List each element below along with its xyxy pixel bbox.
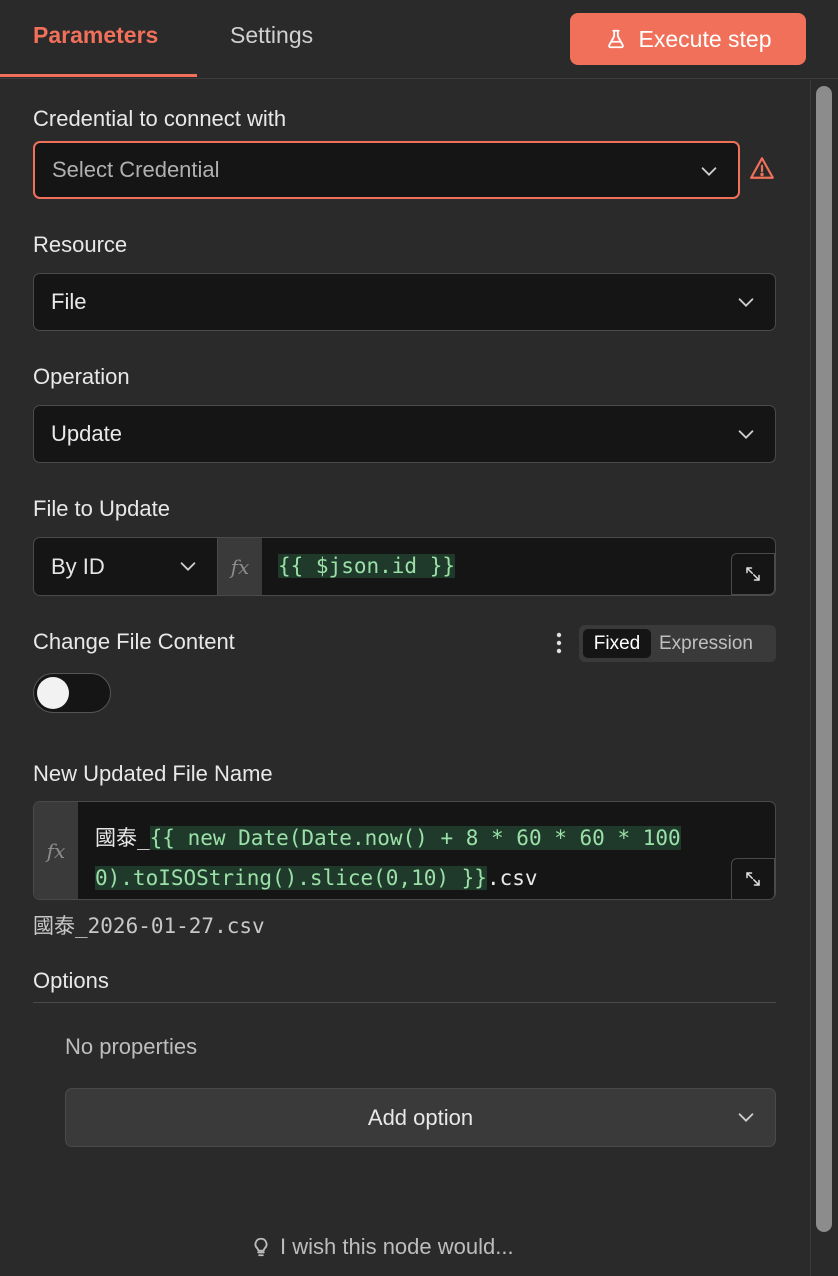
flask-icon <box>607 29 624 49</box>
file-name-preview: 國泰_2026-01-27.csv <box>33 914 265 938</box>
file-id-expression: {{ $json.id }} <box>278 554 456 578</box>
expand-icon <box>746 567 760 581</box>
expand-editor-button[interactable] <box>731 858 775 899</box>
fixed-expression-toggle: Fixed Expression <box>579 625 776 662</box>
execute-step-label: Execute step <box>638 25 772 52</box>
fixed-option[interactable]: Fixed <box>583 629 651 658</box>
file-to-update-field: By ID fx {{ $json.id }} <box>33 537 776 596</box>
chevron-down-icon <box>701 167 717 176</box>
active-tab-indicator <box>0 74 197 77</box>
expand-editor-button[interactable] <box>731 553 775 595</box>
no-properties-text: No properties <box>65 1034 198 1059</box>
feedback-link[interactable]: I wish this node would... <box>250 1234 514 1260</box>
scrollbar-thumb[interactable] <box>816 86 832 1232</box>
expression-option[interactable]: Expression <box>659 629 753 658</box>
resource-label: Resource <box>33 232 128 257</box>
credential-label: Credential to connect with <box>33 106 287 131</box>
options-heading: Options <box>33 968 109 993</box>
feedback-text: I wish this node would... <box>280 1234 514 1259</box>
change-content-label: Change File Content <box>33 629 235 654</box>
file-name-expression-line2: 0).toISOString().slice(0,10) }} <box>95 866 487 890</box>
chevron-down-icon <box>738 1113 754 1122</box>
warning-icon <box>750 157 774 179</box>
new-file-name-expression-input[interactable]: 國泰_{{ new Date(Date.now() + 8 * 60 * 60 … <box>95 818 765 898</box>
add-option-button[interactable]: Add option <box>65 1088 776 1147</box>
options-divider <box>33 1002 776 1003</box>
file-id-expression-input[interactable]: {{ $json.id }} <box>278 554 456 578</box>
switch-knob <box>37 677 69 709</box>
fx-icon: fx <box>34 802 78 899</box>
operation-label: Operation <box>33 364 130 389</box>
credential-select[interactable]: Select Credential <box>33 141 740 199</box>
operation-value: Update <box>51 421 122 446</box>
file-name-expression-line1: {{ new Date(Date.now() + 8 * 60 * 60 * 1… <box>149 826 681 850</box>
file-name-prefix: 國泰_ <box>95 826 150 850</box>
new-file-name-field: fx 國泰_{{ new Date(Date.now() + 8 * 60 * … <box>33 801 776 900</box>
resource-value: File <box>51 289 87 314</box>
file-to-update-label: File to Update <box>33 496 170 521</box>
tab-settings[interactable]: Settings <box>230 22 313 49</box>
new-file-name-label: New Updated File Name <box>33 761 273 786</box>
add-option-label: Add option <box>367 1104 474 1130</box>
chevron-down-icon <box>738 298 754 307</box>
execute-step-button[interactable]: Execute step <box>570 13 806 65</box>
resource-select[interactable]: File <box>33 273 776 331</box>
tab-bar: Parameters Settings Execute step <box>0 0 838 79</box>
chevron-down-icon <box>738 430 754 439</box>
tab-parameters[interactable]: Parameters <box>33 22 158 49</box>
file-mode-select[interactable]: By ID <box>34 538 218 595</box>
lightbulb-icon <box>254 1237 268 1257</box>
fx-icon: fx <box>218 538 262 595</box>
more-options-icon[interactable] <box>556 632 562 654</box>
file-name-suffix: .csv <box>486 866 538 890</box>
file-mode-value: By ID <box>51 553 105 579</box>
credential-placeholder: Select Credential <box>52 157 220 182</box>
operation-select[interactable]: Update <box>33 405 776 463</box>
expand-icon <box>746 872 760 886</box>
change-content-switch[interactable] <box>33 673 111 713</box>
chevron-down-icon <box>180 562 196 571</box>
